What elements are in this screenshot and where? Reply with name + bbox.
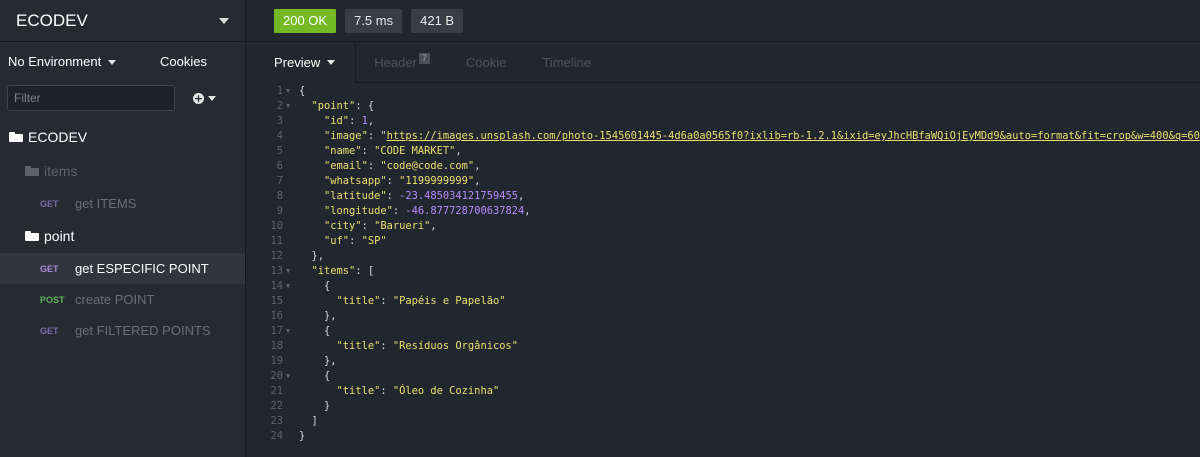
fold-toggle-icon[interactable]: ▼: [286, 324, 299, 339]
chevron-down-icon: [208, 95, 216, 101]
request-name: get FILTERED POINTS: [75, 323, 211, 338]
request-name: get ITEMS: [75, 196, 137, 211]
add-menu-button[interactable]: +: [193, 91, 216, 105]
tab-label: Cookie: [465, 54, 507, 70]
code-line: 21 "title": "Óleo de Cozinha": [270, 385, 500, 397]
header-count-badge: 7: [418, 52, 430, 64]
environment-label: No Environment: [8, 53, 102, 69]
code-line: 14 ▼ {: [270, 279, 331, 294]
folder-open-icon: [9, 132, 23, 142]
fold-toggle-icon[interactable]: ▼: [286, 279, 299, 294]
code-line: 20 ▼ {: [270, 369, 331, 384]
tab-preview[interactable]: Preview: [246, 42, 357, 83]
fold-toggle-icon[interactable]: ▼: [286, 369, 299, 384]
plus-circle-icon: +: [193, 91, 204, 105]
folder-label: items: [44, 163, 78, 179]
folder-label: ECODEV: [28, 129, 88, 145]
workspace-title: ECODEV: [16, 10, 88, 30]
code-line: 6 "email": "code@code.com",: [276, 160, 481, 172]
response-pane: 200 OK 7.5 ms 421 B Preview Header 7 Coo…: [246, 0, 1200, 457]
folder-ecodev[interactable]: ECODEV: [0, 120, 245, 154]
code-line: 16 },: [270, 310, 337, 322]
code-line: 12 },: [270, 250, 325, 262]
method-badge: GET: [40, 263, 59, 274]
response-time-badge: 7.5 ms: [345, 8, 403, 33]
code-line: 11 "uf": "SP": [270, 235, 387, 247]
code-line: 18 "title": "Resíduos Orgânicos": [270, 340, 518, 352]
fold-toggle-icon[interactable]: ▼: [286, 264, 299, 279]
response-status-bar: 200 OK 7.5 ms 421 B: [246, 0, 1200, 42]
environment-selector[interactable]: No Environment: [8, 53, 117, 69]
status-badge: 200 OK: [274, 8, 337, 33]
response-body-viewer[interactable]: 1 ▼{ 2 ▼ "point": { 3 "id": 1, 4 "image": …: [246, 84, 1200, 444]
code-line: 8 "latitude": -23.485034121759455,: [276, 190, 525, 202]
tab-cookie[interactable]: Cookie: [448, 42, 524, 82]
chevron-down-icon: [108, 59, 117, 65]
tab-label: Timeline: [542, 54, 592, 70]
code-line: 2 ▼ "point": {: [276, 99, 375, 114]
code-line: 23 ]: [270, 415, 318, 427]
response-size-badge: 421 B: [411, 8, 464, 33]
environment-row: No Environment Cookies: [0, 42, 245, 80]
tab-header[interactable]: Header 7: [356, 42, 448, 82]
request-name: get ESPECIFIC POINT: [75, 261, 209, 276]
code-line: 1 ▼{: [276, 84, 306, 99]
method-badge: POST: [40, 294, 65, 305]
method-badge: GET: [40, 198, 59, 209]
filter-input[interactable]: [7, 85, 175, 111]
folder-label: point: [44, 228, 75, 244]
request-tree: ECODEV items GET get ITEMS point GET get…: [0, 120, 245, 346]
tab-label: Header: [374, 54, 417, 70]
folder-items[interactable]: items: [0, 154, 245, 188]
folder-open-icon: [25, 166, 39, 176]
chevron-down-icon: [327, 60, 336, 65]
method-badge: GET: [40, 325, 59, 336]
fold-toggle-icon[interactable]: ▼: [286, 84, 299, 99]
code-line: 4 "image": "https://images.unsplash.com/…: [276, 130, 1200, 142]
tab-label: Preview: [274, 55, 321, 70]
workspace-header[interactable]: ECODEV: [0, 0, 245, 42]
code-line: 9 "longitude": -46.877728700637824,: [276, 205, 531, 217]
chevron-down-icon[interactable]: [219, 17, 229, 24]
code-line: 13 ▼ "items": [: [270, 264, 375, 279]
image-url-link[interactable]: https://images.unsplash.com/photo-154560…: [387, 130, 1200, 142]
code-line: 24}: [270, 430, 306, 442]
folder-point[interactable]: point: [0, 219, 245, 253]
fold-toggle-icon[interactable]: ▼: [286, 99, 299, 114]
code-line: 7 "whatsapp": "1199999999",: [276, 175, 481, 187]
code-line: 5 "name": "CODE MARKET",: [276, 145, 462, 157]
request-create-point[interactable]: POST create POINT: [0, 284, 245, 315]
sidebar: ECODEV No Environment Cookies + ECODEV i…: [0, 0, 246, 457]
code-line: 17 ▼ {: [270, 324, 331, 339]
code-line: 22 }: [270, 400, 331, 412]
request-name: create POINT: [75, 292, 155, 307]
request-get-items[interactable]: GET get ITEMS: [0, 188, 245, 219]
response-tabs: Preview Header 7 Cookie Timeline: [246, 42, 1200, 83]
request-get-especific-point[interactable]: GET get ESPECIFIC POINT: [0, 253, 245, 284]
cookies-button[interactable]: Cookies: [160, 54, 207, 69]
tab-timeline[interactable]: Timeline: [524, 42, 609, 82]
code-line: 10 "city": "Barueri",: [270, 220, 437, 232]
filter-row: +: [0, 80, 245, 116]
folder-open-icon: [25, 231, 39, 241]
code-line: 15 "title": "Papéis e Papelão": [270, 295, 506, 307]
code-line: 3 "id": 1,: [276, 115, 375, 127]
request-get-filtered-points[interactable]: GET get FILTERED POINTS: [0, 315, 245, 346]
code-line: 19 },: [270, 355, 337, 367]
